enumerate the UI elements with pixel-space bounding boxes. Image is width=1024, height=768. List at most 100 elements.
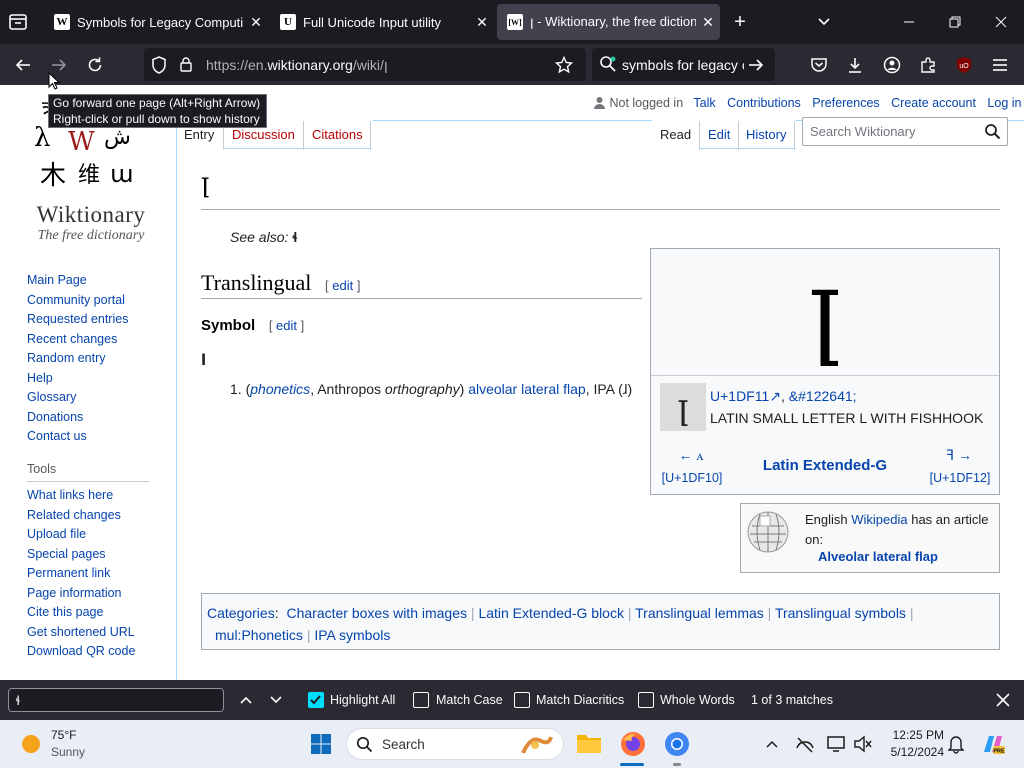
taskbar-search[interactable]: Search <box>346 728 564 760</box>
edit-translingual-link[interactable]: edit <box>332 278 353 293</box>
minimize-button[interactable] <box>886 0 932 44</box>
search-engine-icon[interactable] <box>599 55 617 73</box>
sidebar-item-page-information[interactable]: Page information <box>27 584 167 604</box>
whole-words-label[interactable]: Whole Words <box>660 693 735 707</box>
windows-start-icon[interactable] <box>310 733 332 755</box>
sidebar-item-permanent-link[interactable]: Permanent link <box>27 564 167 584</box>
sidebar-item-contact-us[interactable]: Contact us <box>27 427 167 447</box>
preferences-link[interactable]: Preferences <box>812 96 879 110</box>
weather-temp[interactable]: 75°F <box>51 728 76 742</box>
tab-history[interactable]: History <box>746 127 786 142</box>
category-link[interactable]: Latin Extended-G block <box>478 605 624 621</box>
clock-time[interactable]: 12:25 PM <box>888 728 944 742</box>
see-also-link[interactable]: ɬ <box>292 229 297 245</box>
codepoint-link[interactable]: U+1DF11 <box>710 388 769 404</box>
close-tab-icon[interactable]: ✕ <box>470 14 494 31</box>
bookmark-star-icon[interactable] <box>555 56 573 74</box>
tab-entry[interactable]: Entry <box>184 127 214 142</box>
tab-unicode-input[interactable]: U Full Unicode Input utility ✕ <box>270 4 494 40</box>
volume-muted-icon[interactable] <box>853 734 873 754</box>
account-icon[interactable] <box>877 50 907 80</box>
highlight-all-checkbox[interactable] <box>308 692 324 708</box>
match-case-checkbox[interactable] <box>413 692 429 708</box>
category-link[interactable]: Translingual symbols <box>775 605 906 621</box>
sidebar-item-get-shortened-url[interactable]: Get shortened URL <box>27 623 167 643</box>
sidebar-item-upload-file[interactable]: Upload file <box>27 525 167 545</box>
tab-discussion[interactable]: Discussion <box>232 127 295 142</box>
extensions-puzzle-icon[interactable] <box>913 50 943 80</box>
sidebar-item-random-entry[interactable]: Random entry <box>27 349 167 369</box>
phonetics-link[interactable]: phonetics <box>250 381 310 397</box>
sidebar-item-cite-this-page[interactable]: Cite this page <box>27 603 167 623</box>
url-text[interactable]: https://en.wiktionary.org/wiki/ꞁ <box>206 57 388 74</box>
sidebar-item-glossary[interactable]: Glossary <box>27 388 167 408</box>
network-disconnected-icon[interactable] <box>795 734 815 754</box>
reload-button[interactable] <box>80 50 110 80</box>
sidebar-item-donations[interactable]: Donations <box>27 408 167 428</box>
list-tabs-chevron-icon[interactable] <box>814 12 836 32</box>
talk-link[interactable]: Talk <box>693 96 715 110</box>
firefox-view-icon[interactable] <box>8 12 30 32</box>
url-bar[interactable]: https://en.wiktionary.org/wiki/ꞁ <box>144 48 586 81</box>
tab-wiktionary[interactable]: [W] ꞁ - Wiktionary, the free dictionary … <box>497 4 720 40</box>
wiki-search-box[interactable]: Search Wiktionary <box>802 117 1008 146</box>
sidebar-item-main-page[interactable]: Main Page <box>27 271 167 291</box>
back-button[interactable] <box>8 50 38 80</box>
display-icon[interactable] <box>826 734 846 754</box>
sidebar-item-download-qr-code[interactable]: Download QR code <box>27 642 167 662</box>
close-tab-icon[interactable]: ✕ <box>244 14 268 31</box>
new-tab-icon[interactable]: + <box>728 10 752 34</box>
search-icon[interactable] <box>984 123 1001 140</box>
pocket-icon[interactable] <box>804 50 834 80</box>
sidebar-item-recent-changes[interactable]: Recent changes <box>27 330 167 350</box>
category-link[interactable]: mul:Phonetics <box>215 627 303 643</box>
match-diacritics-label[interactable]: Match Diacritics <box>536 693 624 707</box>
notifications-bell-icon[interactable] <box>947 734 965 754</box>
find-next-chevron-down-icon[interactable] <box>268 692 284 708</box>
sidebar-item-what-links-here[interactable]: What links here <box>27 486 167 506</box>
tab-edit[interactable]: Edit <box>708 127 730 142</box>
menu-hamburger-icon[interactable] <box>985 50 1015 80</box>
next-char-link[interactable]: ꟻ → <box>927 447 991 464</box>
file-explorer-icon[interactable] <box>576 731 602 755</box>
search-bar[interactable]: symbols for legacy c <box>592 48 775 81</box>
tab-citations[interactable]: Citations <box>312 127 363 142</box>
category-link[interactable]: Translingual lemmas <box>635 605 764 621</box>
categories-label[interactable]: Categories <box>207 605 275 621</box>
sidebar-item-community-portal[interactable]: Community portal <box>27 291 167 311</box>
alveolar-lateral-flap-link[interactable]: alveolar lateral flap <box>468 381 586 397</box>
ublock-origin-icon[interactable]: uO <box>949 50 979 80</box>
create-account-link[interactable]: Create account <box>891 96 976 110</box>
next-char-code[interactable]: [U+1DF12] <box>927 471 993 485</box>
search-bar-text[interactable]: symbols for legacy c <box>622 57 744 73</box>
weather-condition[interactable]: Sunny <box>51 745 85 759</box>
match-case-label[interactable]: Match Case <box>436 693 503 707</box>
close-find-bar-icon[interactable] <box>995 692 1011 708</box>
chrome-taskbar-icon[interactable] <box>664 731 690 757</box>
contributions-link[interactable]: Contributions <box>727 96 801 110</box>
find-previous-chevron-up-icon[interactable] <box>238 692 254 708</box>
clock-date[interactable]: 5/12/2024 <box>880 745 944 759</box>
whole-words-checkbox[interactable] <box>638 692 654 708</box>
lock-icon[interactable] <box>179 56 193 72</box>
copilot-icon[interactable]: PRE <box>980 732 1006 756</box>
category-link[interactable]: Character boxes with images <box>286 605 467 621</box>
match-diacritics-checkbox[interactable] <box>514 692 530 708</box>
sidebar-item-related-changes[interactable]: Related changes <box>27 506 167 526</box>
wikipedia-article-link[interactable]: Alveolar lateral flap <box>741 549 1015 564</box>
edit-symbol-link[interactable]: edit <box>276 318 297 333</box>
restore-button[interactable] <box>932 0 978 44</box>
close-tab-icon[interactable]: ✕ <box>696 14 720 31</box>
sidebar-item-special-pages[interactable]: Special pages <box>27 545 167 565</box>
login-link[interactable]: Log in <box>987 96 1021 110</box>
close-window-button[interactable] <box>978 0 1024 44</box>
sidebar-item-requested-entries[interactable]: Requested entries <box>27 310 167 330</box>
tracking-protection-shield-icon[interactable] <box>151 56 167 74</box>
category-link[interactable]: IPA symbols <box>314 627 390 643</box>
tab-symbols-legacy[interactable]: W Symbols for Legacy Computing ✕ <box>44 4 268 40</box>
entity-link[interactable]: &#122641; <box>789 388 857 404</box>
wikipedia-link[interactable]: Wikipedia <box>851 512 907 527</box>
search-go-arrow-icon[interactable] <box>747 56 765 74</box>
sunny-weather-icon[interactable] <box>20 733 42 755</box>
firefox-taskbar-icon[interactable] <box>620 731 646 757</box>
